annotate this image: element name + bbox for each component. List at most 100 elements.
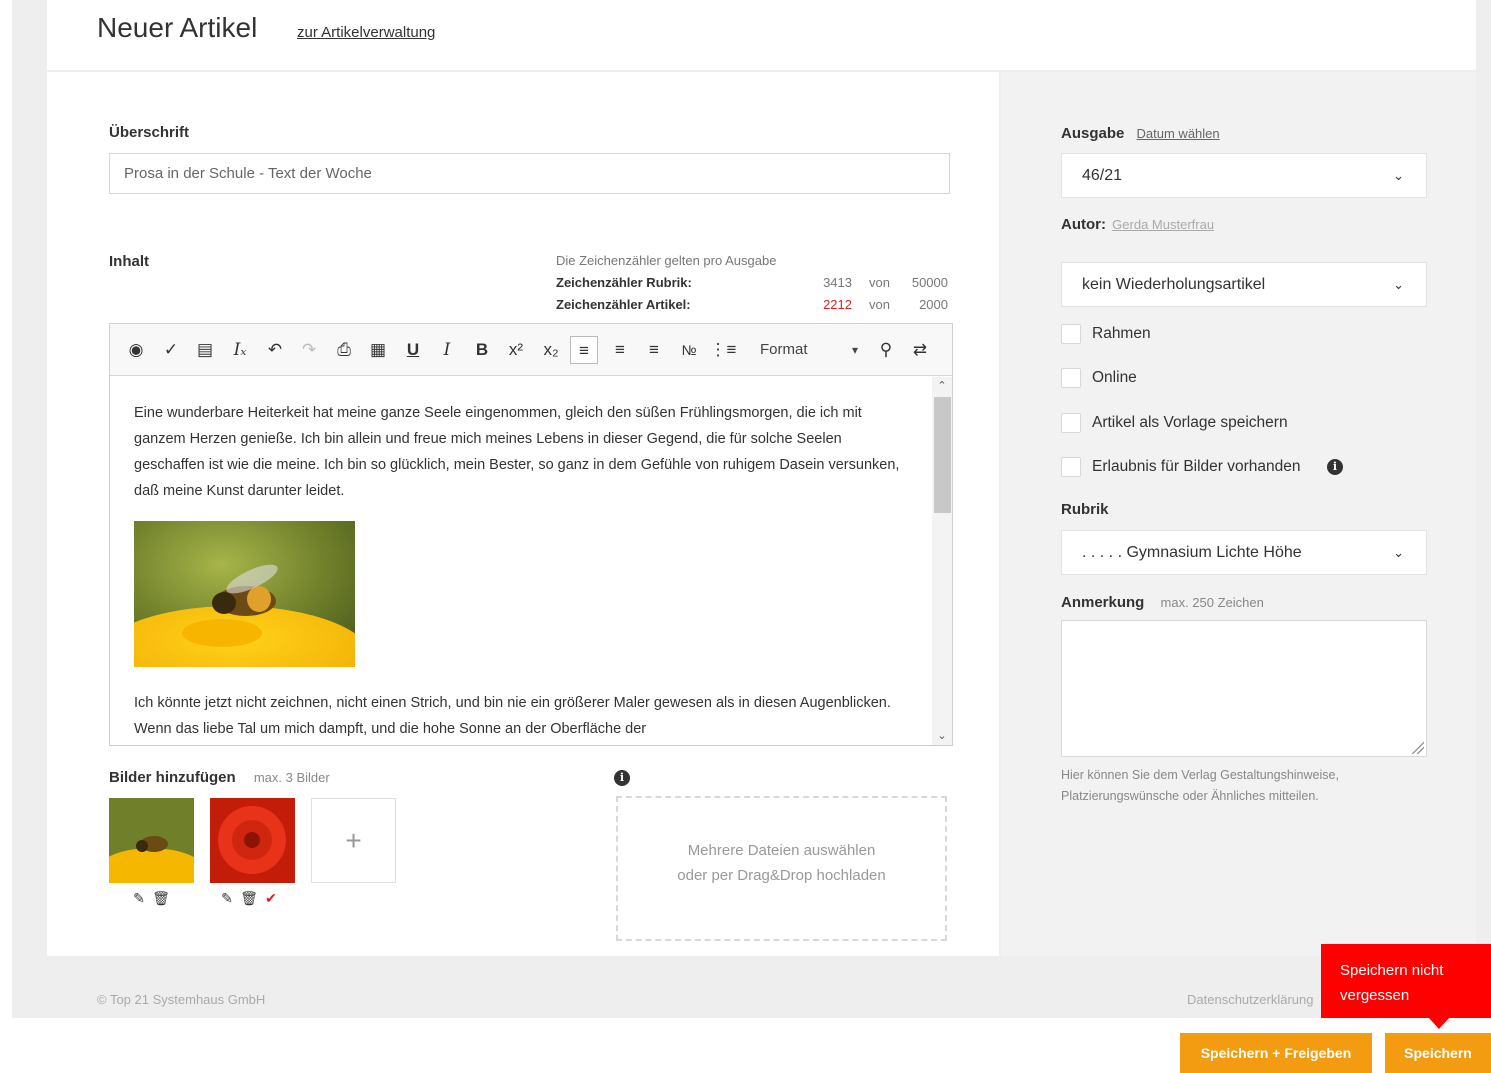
subscript-icon[interactable]: x₂ xyxy=(537,336,565,364)
superscript-icon[interactable]: x² xyxy=(502,336,530,364)
rubric-label: Rubrik xyxy=(1061,501,1109,518)
counter-article-max: 2000 xyxy=(919,297,948,312)
privacy-link[interactable]: Datenschutzerklärung xyxy=(1187,992,1321,1007)
info-icon[interactable]: i xyxy=(614,770,630,786)
trash-icon[interactable]: 🗑 xyxy=(238,890,260,907)
numbered-list-icon[interactable]: № xyxy=(675,336,703,364)
images-section: Bilder hinzufügen max. 3 Bilder xyxy=(109,769,330,786)
note-label-row: Anmerkung max. 250 Zeichen xyxy=(1061,594,1264,611)
replace-icon[interactable]: ⇄ xyxy=(906,336,934,364)
caret-down-icon: ▾ xyxy=(851,343,858,357)
bold-icon[interactable]: B xyxy=(468,336,496,364)
underline-icon[interactable]: U xyxy=(399,336,427,364)
image-thumbnail-bee[interactable] xyxy=(109,798,194,883)
spellcheck-icon[interactable]: ✓ xyxy=(157,336,185,364)
trash-icon[interactable]: 🗑 xyxy=(150,890,172,907)
pencil-icon[interactable]: ✎ xyxy=(216,890,238,907)
content-label: Inhalt xyxy=(109,253,149,270)
search-icon[interactable]: ⚲ xyxy=(872,336,900,364)
align-center-icon[interactable]: ≡ xyxy=(606,336,634,364)
checkbox-frame-box[interactable] xyxy=(1061,324,1081,344)
scroll-thumb[interactable] xyxy=(934,397,951,513)
check-circle-icon[interactable]: ✔ xyxy=(260,890,282,907)
redo-icon[interactable]: ↷ xyxy=(295,336,323,364)
images-hint: max. 3 Bilder xyxy=(253,770,330,785)
pencil-icon[interactable]: ✎ xyxy=(128,890,150,907)
note-label: Anmerkung xyxy=(1061,594,1145,611)
tooltip-arrow xyxy=(1428,1017,1450,1029)
editor-paragraph-1[interactable]: Eine wunderbare Heiterkeit hat meine gan… xyxy=(134,400,904,504)
repeat-select-value: kein Wiederholungsartikel xyxy=(1082,276,1266,293)
author-row: Autor: Gerda Musterfrau xyxy=(1061,216,1214,233)
dropzone-line-1: Mehrere Dateien auswählen xyxy=(687,842,876,859)
checkbox-permission-label: Erlaubnis für Bilder vorhanden xyxy=(1092,458,1301,475)
chevron-down-icon: ⌄ xyxy=(1393,168,1404,183)
thumb-2-actions: ✎ 🗑 ✔ xyxy=(216,890,282,907)
chevron-up-icon[interactable]: ⌃ xyxy=(932,377,952,395)
images-label: Bilder hinzufügen xyxy=(109,769,236,786)
table-icon[interactable]: ▦ xyxy=(364,336,392,364)
source-icon[interactable]: ◉ xyxy=(122,336,150,364)
edition-select[interactable]: 46/21 ⌄ xyxy=(1061,153,1427,198)
checkbox-frame-label: Rahmen xyxy=(1092,325,1151,342)
choose-date-link[interactable]: Datum wählen xyxy=(1137,126,1220,141)
checkbox-online-label: Online xyxy=(1092,369,1137,386)
checkbox-online-box[interactable] xyxy=(1061,368,1081,388)
checkbox-template-label: Artikel als Vorlage speichern xyxy=(1092,414,1288,431)
author-label: Autor: xyxy=(1061,216,1106,233)
save-button[interactable]: Speichern xyxy=(1385,1033,1491,1073)
repeat-article-select[interactable]: kein Wiederholungsartikel ⌄ xyxy=(1061,262,1427,307)
chevron-down-icon[interactable]: ⌄ xyxy=(932,727,952,745)
format-dropdown-label: Format xyxy=(760,341,808,358)
bee-on-flower-photo[interactable] xyxy=(134,521,355,667)
add-image-button[interactable]: + xyxy=(311,798,396,883)
checkbox-template-box[interactable] xyxy=(1061,413,1081,433)
undo-icon[interactable]: ↶ xyxy=(261,336,289,364)
image-thumbnail-red-flower[interactable] xyxy=(210,798,295,883)
counter-note: Die Zeichenzähler gelten pro Ausgabe xyxy=(556,253,777,268)
counter-rubric: Zeichenzähler Rubrik: 3413 von 50000 xyxy=(556,272,950,294)
counter-article: Zeichenzähler Artikel: 2212 von 2000 xyxy=(556,294,950,316)
counter-article-of: von xyxy=(869,297,890,312)
headline-label: Überschrift xyxy=(109,124,190,141)
rubric-select-value: . . . . . Gymnasium Lichte Höhe xyxy=(1082,544,1302,561)
file-dropzone[interactable]: Mehrere Dateien auswählen oder per Drag&… xyxy=(616,796,947,941)
back-to-article-management-link[interactable]: zur Artikelverwaltung xyxy=(297,24,435,41)
edition-label-row: Ausgabe Datum wählen xyxy=(1061,125,1220,142)
tooltip-line-1: Speichern nicht xyxy=(1340,962,1444,979)
checkbox-permission-box[interactable] xyxy=(1061,457,1081,477)
edition-select-value: 46/21 xyxy=(1082,167,1123,184)
rich-text-editor: ◉ ✓ ▤ Iₓ ↶ ↷ ⎙ ▦ U I B x² x₂ ≡ ≡ ≡ № ⋮≡ … xyxy=(109,323,953,746)
editor-scrollbar[interactable]: ⌃ ⌄ xyxy=(932,377,952,745)
thumb-1-actions: ✎ 🗑 xyxy=(128,890,172,907)
paste-text-icon[interactable]: ▤ xyxy=(191,336,219,364)
header-bar xyxy=(47,0,1476,70)
editor-paragraph-2[interactable]: Ich könnte jetzt nicht zeichnen, nicht e… xyxy=(134,690,924,742)
info-icon[interactable]: i xyxy=(1327,459,1343,475)
italic-icon[interactable]: I xyxy=(433,336,461,364)
paste-icon[interactable]: ⎙ xyxy=(330,336,358,364)
rubric-select[interactable]: . . . . . Gymnasium Lichte Höhe ⌄ xyxy=(1061,530,1427,575)
author-link[interactable]: Gerda Musterfrau xyxy=(1112,217,1214,232)
save-and-publish-button[interactable]: Speichern + Freigeben xyxy=(1180,1033,1372,1073)
chevron-down-icon: ⌄ xyxy=(1393,545,1404,560)
counter-rubric-of: von xyxy=(869,275,890,290)
align-left-icon[interactable]: ≡ xyxy=(570,336,598,364)
align-right-icon[interactable]: ≡ xyxy=(640,336,668,364)
editor-toolbar: ◉ ✓ ▤ Iₓ ↶ ↷ ⎙ ▦ U I B x² x₂ ≡ ≡ ≡ № ⋮≡ … xyxy=(110,324,952,376)
resize-handle-icon[interactable] xyxy=(1410,740,1424,754)
headline-input[interactable]: Prosa in der Schule - Text der Woche xyxy=(109,153,950,194)
note-hint: max. 250 Zeichen xyxy=(1160,595,1264,610)
chevron-down-icon: ⌄ xyxy=(1393,277,1404,292)
tooltip-line-2: vergessen xyxy=(1340,987,1410,1004)
counter-rubric-value: 3413 xyxy=(823,275,852,290)
bulleted-list-icon[interactable]: ⋮≡ xyxy=(709,336,737,364)
note-help-text: Hier können Sie dem Verlag Gestaltungshi… xyxy=(1061,768,1339,803)
note-textarea[interactable] xyxy=(1061,620,1427,757)
counter-rubric-max: 50000 xyxy=(911,275,948,290)
counter-article-value: 2212 xyxy=(823,297,852,312)
character-counters: Die Zeichenzähler gelten pro Ausgabe Zei… xyxy=(556,252,950,316)
format-dropdown[interactable]: Format ▾ xyxy=(760,336,860,364)
dropzone-line-2: oder per Drag&Drop hochladen xyxy=(677,867,886,884)
remove-format-icon[interactable]: Iₓ xyxy=(226,336,254,364)
